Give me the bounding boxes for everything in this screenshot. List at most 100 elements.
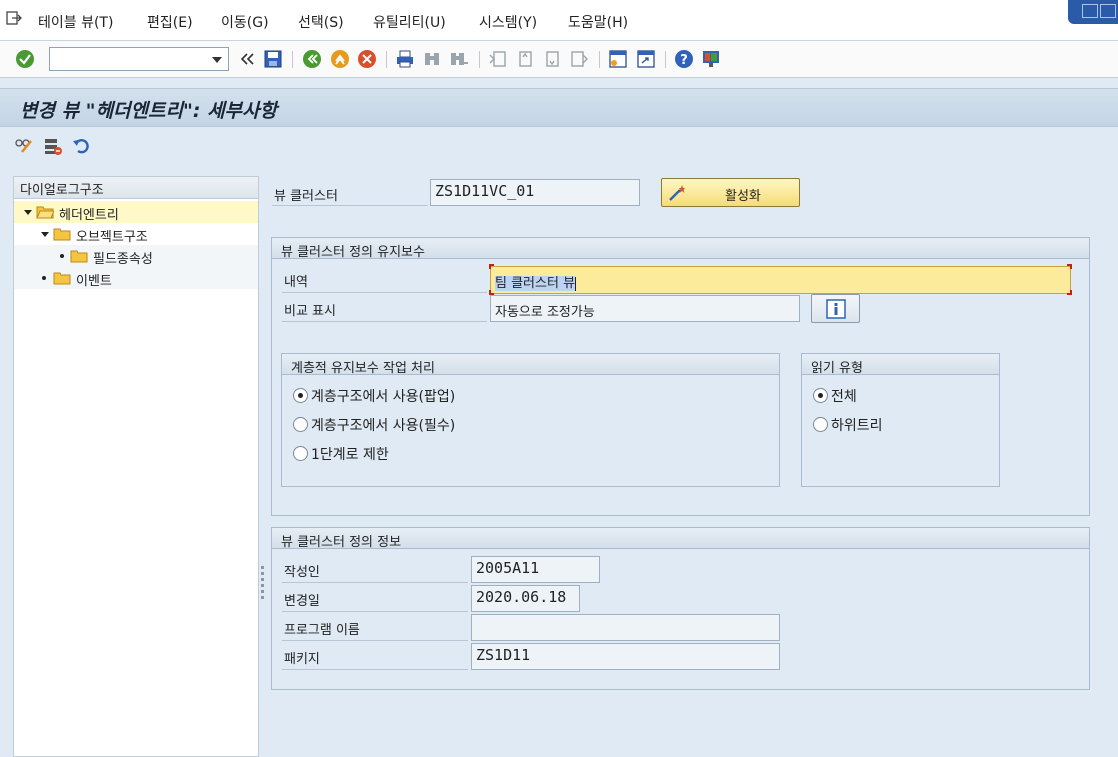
application-toolbar <box>0 128 1118 166</box>
toolbar-separator <box>386 51 387 68</box>
folder-icon <box>53 272 71 285</box>
radio-unselected-icon[interactable] <box>293 446 308 461</box>
tree-node-object-structure[interactable]: 오브젝트구조 <box>14 223 258 245</box>
toolbar-separator <box>292 51 293 68</box>
radio-label: 계층구조에서 사용(필수) <box>311 418 456 434</box>
program-name-field[interactable] <box>471 614 780 641</box>
description-input[interactable]: 팀 클러스터 뷰 <box>490 266 1071 294</box>
label-underline <box>282 292 487 293</box>
program-name-label: 프로그램 이름 <box>284 623 360 638</box>
group-title: 읽기 유형 <box>802 354 999 376</box>
pane-splitter[interactable] <box>260 166 268 757</box>
last-page-icon[interactable] <box>569 49 589 69</box>
window-controls <box>1068 0 1118 24</box>
changed-date-field[interactable]: 2020.06.18 <box>471 585 580 612</box>
bullet-icon <box>42 276 46 280</box>
toolbar-separator <box>665 51 666 68</box>
back-icon[interactable] <box>302 49 322 69</box>
label-underline <box>282 321 487 322</box>
help-icon[interactable]: ? <box>674 49 694 69</box>
shortcut-icon[interactable] <box>636 49 656 69</box>
radio-unselected-icon[interactable] <box>813 417 828 432</box>
splitter-grip <box>261 572 264 575</box>
svg-text:?: ? <box>680 53 688 68</box>
radio-unselected-icon[interactable] <box>293 417 308 432</box>
expanded-arrow-icon[interactable] <box>24 210 32 215</box>
next-page-icon[interactable] <box>542 49 562 69</box>
text-cursor <box>575 276 577 291</box>
tree-node-label: 오브젝트구조 <box>76 230 148 245</box>
folder-icon <box>53 228 71 241</box>
label-underline <box>272 205 428 206</box>
compare-display-field[interactable]: 자동으로 조정가능 <box>490 295 800 322</box>
splitter-grip <box>261 566 264 569</box>
label-underline <box>282 582 468 583</box>
maximize-icon[interactable] <box>1100 4 1116 18</box>
delete-row-icon[interactable] <box>43 136 63 156</box>
cancel-icon[interactable] <box>357 49 377 69</box>
activate-button-label: 활성화 <box>725 189 761 204</box>
group-title: 뷰 클러스터 정의 정보 <box>272 528 1089 550</box>
radio-selected-icon[interactable] <box>293 388 308 403</box>
undo-icon[interactable] <box>71 136 91 156</box>
activate-button[interactable]: 활성화 <box>661 178 800 207</box>
menu-utilities[interactable]: 유틸리티(U) <box>373 12 446 32</box>
radio-label: 하위트리 <box>831 418 883 434</box>
focus-corner <box>489 264 494 269</box>
menu-system[interactable]: 시스템(Y) <box>479 12 537 32</box>
save-icon[interactable] <box>263 49 283 69</box>
display-change-icon[interactable] <box>14 136 34 156</box>
splitter-grip <box>261 578 264 581</box>
tree-node-event[interactable]: 이벤트 <box>14 267 258 289</box>
view-cluster-label: 뷰 클러스터 <box>274 189 338 204</box>
prev-page-icon[interactable] <box>515 49 535 69</box>
splitter-grip <box>261 590 264 593</box>
find-icon[interactable] <box>422 49 442 69</box>
group-title: 뷰 클러스터 정의 유지보수 <box>272 238 1089 260</box>
command-field[interactable] <box>49 47 229 71</box>
toolbar-separator <box>599 51 600 68</box>
info-button[interactable] <box>811 294 860 323</box>
compare-display-label: 비교 표시 <box>284 304 336 319</box>
info-icon <box>826 299 846 319</box>
label-underline <box>282 640 468 641</box>
radio-selected-icon[interactable] <box>813 388 828 403</box>
author-field[interactable]: 2005A11 <box>471 556 600 583</box>
radio-label: 계층구조에서 사용(팝업) <box>311 389 456 405</box>
author-label: 작성인 <box>284 565 320 580</box>
menu-edit[interactable]: 편집(E) <box>147 12 193 32</box>
menu-goto[interactable]: 이동(G) <box>221 12 269 32</box>
menu-table-view[interactable]: 테이블 뷰(T) <box>38 12 113 32</box>
history-back-icon[interactable] <box>238 49 258 69</box>
view-cluster-field[interactable]: ZS1D11VC_01 <box>430 179 640 206</box>
menu-select[interactable]: 선택(S) <box>298 12 344 32</box>
title-bar: 변경 뷰 "헤더엔트리": 세부사항 <box>0 88 1118 127</box>
tree-node-label: 헤더엔트리 <box>59 208 119 223</box>
tree-node-label: 필드종속성 <box>93 252 153 267</box>
menu-entry-icon[interactable] <box>6 11 22 25</box>
changed-date-label: 변경일 <box>284 594 320 609</box>
layout-icon[interactable] <box>701 49 721 69</box>
menu-help[interactable]: 도움말(H) <box>568 12 628 32</box>
check-icon[interactable] <box>15 49 35 69</box>
tree-node-field-dependency[interactable]: 필드종속성 <box>14 245 258 267</box>
bullet-icon <box>60 254 64 258</box>
package-label: 패키지 <box>284 652 320 667</box>
chevron-down-icon[interactable] <box>212 57 222 63</box>
tree-header: 다이얼로그구조 <box>14 177 258 199</box>
tree-node-header-entry[interactable]: 헤더엔트리 <box>14 201 258 223</box>
radio-label: 1단계로 제한 <box>311 447 389 463</box>
menu-bar: 테이블 뷰(T) 편집(E) 이동(G) 선택(S) 유틸리티(U) 시스템(Y… <box>0 0 1118 41</box>
minimize-icon[interactable] <box>1082 4 1098 18</box>
focus-corner <box>1067 290 1072 295</box>
dialog-structure-tree: 다이얼로그구조 헤더엔트리 오브젝트구조 필드종속성 이벤트 <box>13 176 259 757</box>
package-field[interactable]: ZS1D11 <box>471 643 780 670</box>
exit-icon[interactable] <box>330 49 350 69</box>
new-session-icon[interactable] <box>608 49 628 69</box>
print-icon[interactable] <box>395 49 415 69</box>
first-page-icon[interactable] <box>488 49 508 69</box>
find-next-icon[interactable] <box>449 49 469 69</box>
magic-wand-icon <box>669 185 685 201</box>
focus-corner <box>1067 264 1072 269</box>
expanded-arrow-icon[interactable] <box>41 232 49 237</box>
